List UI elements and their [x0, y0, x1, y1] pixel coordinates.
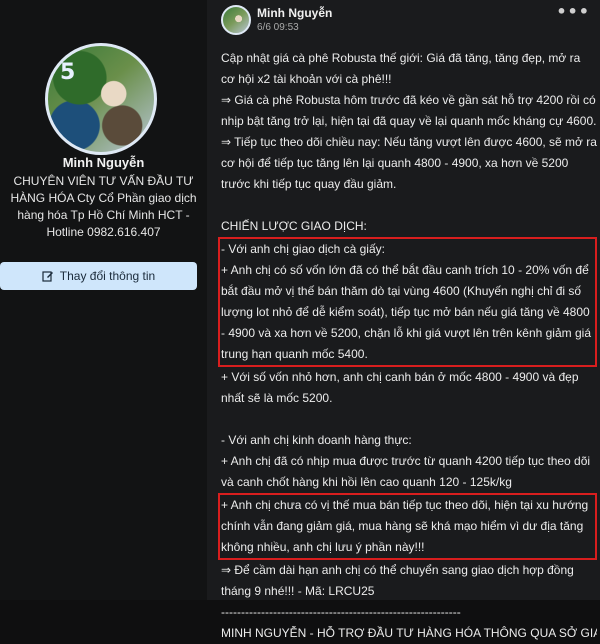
- more-options-icon[interactable]: •••: [556, 2, 590, 21]
- profile-avatar[interactable]: 5: [45, 43, 157, 155]
- post-author-avatar[interactable]: [221, 5, 251, 35]
- edit-profile-label: Thay đổi thông tin: [59, 269, 156, 283]
- post-panel: Minh Nguyễn 6/6 09:53 ••• Cập nhật giá c…: [207, 0, 600, 640]
- post-author-name[interactable]: Minh Nguyễn: [257, 6, 332, 20]
- avatar-badge: 5: [60, 60, 76, 85]
- edit-icon: [42, 271, 53, 282]
- divider-line: ----------------------------------------…: [221, 605, 461, 619]
- edit-profile-button[interactable]: Thay đổi thông tin: [0, 262, 197, 290]
- post-line: - Với anh chị giao dịch cà giấy:: [221, 242, 385, 256]
- post-line: Cập nhật giá cà phê Robusta thế giới: Gi…: [221, 51, 581, 86]
- highlight-box: + Anh chị chưa có vị thế mua bán tiếp tụ…: [218, 493, 597, 560]
- post-line: + Anh chị chưa có vị thế mua bán tiếp tụ…: [221, 498, 589, 554]
- post-line: MINH NGUYỄN - HỖ TRỢ ĐẦU TƯ HÀNG HÓA THÔ…: [221, 626, 597, 640]
- profile-name: Minh Nguyễn: [62, 155, 145, 170]
- highlight-box: - Với anh chị giao dịch cà giấy: + Anh c…: [218, 237, 597, 367]
- post-timestamp: 6/6 09:53: [257, 22, 299, 33]
- post-line: ⇒ Giá cà phê Robusta hôm trước đã kéo về…: [221, 93, 597, 128]
- post-line: - Với anh chị kinh doanh hàng thực:: [221, 433, 412, 447]
- post-line: + Anh chị có số vốn lớn đã có thể bắt đầ…: [221, 263, 591, 361]
- profile-description: CHUYÊN VIÊN TƯ VẤN ĐẦU TƯ HÀNG HÓA Cty C…: [10, 174, 197, 239]
- post-line: ⇒ Tiếp tục theo dõi chiều nay: Nếu tăng …: [221, 135, 597, 191]
- profile-panel: 5 Minh Nguyễn CHUYÊN VIÊN TƯ VẤN ĐẦU TƯ …: [0, 0, 207, 600]
- post-content: Cập nhật giá cà phê Robusta thế giới: Gi…: [218, 48, 597, 644]
- post-line: + Với số vốn nhỏ hơn, anh chị canh bán ở…: [221, 370, 579, 405]
- strategy-heading: CHIẾN LƯỢC GIAO DỊCH:: [221, 219, 367, 233]
- post-line: + Anh chị đã có nhịp mua được trước từ q…: [221, 454, 591, 489]
- post-line: ⇒ Để cầm dài hạn anh chị có thể chuyển s…: [221, 563, 574, 598]
